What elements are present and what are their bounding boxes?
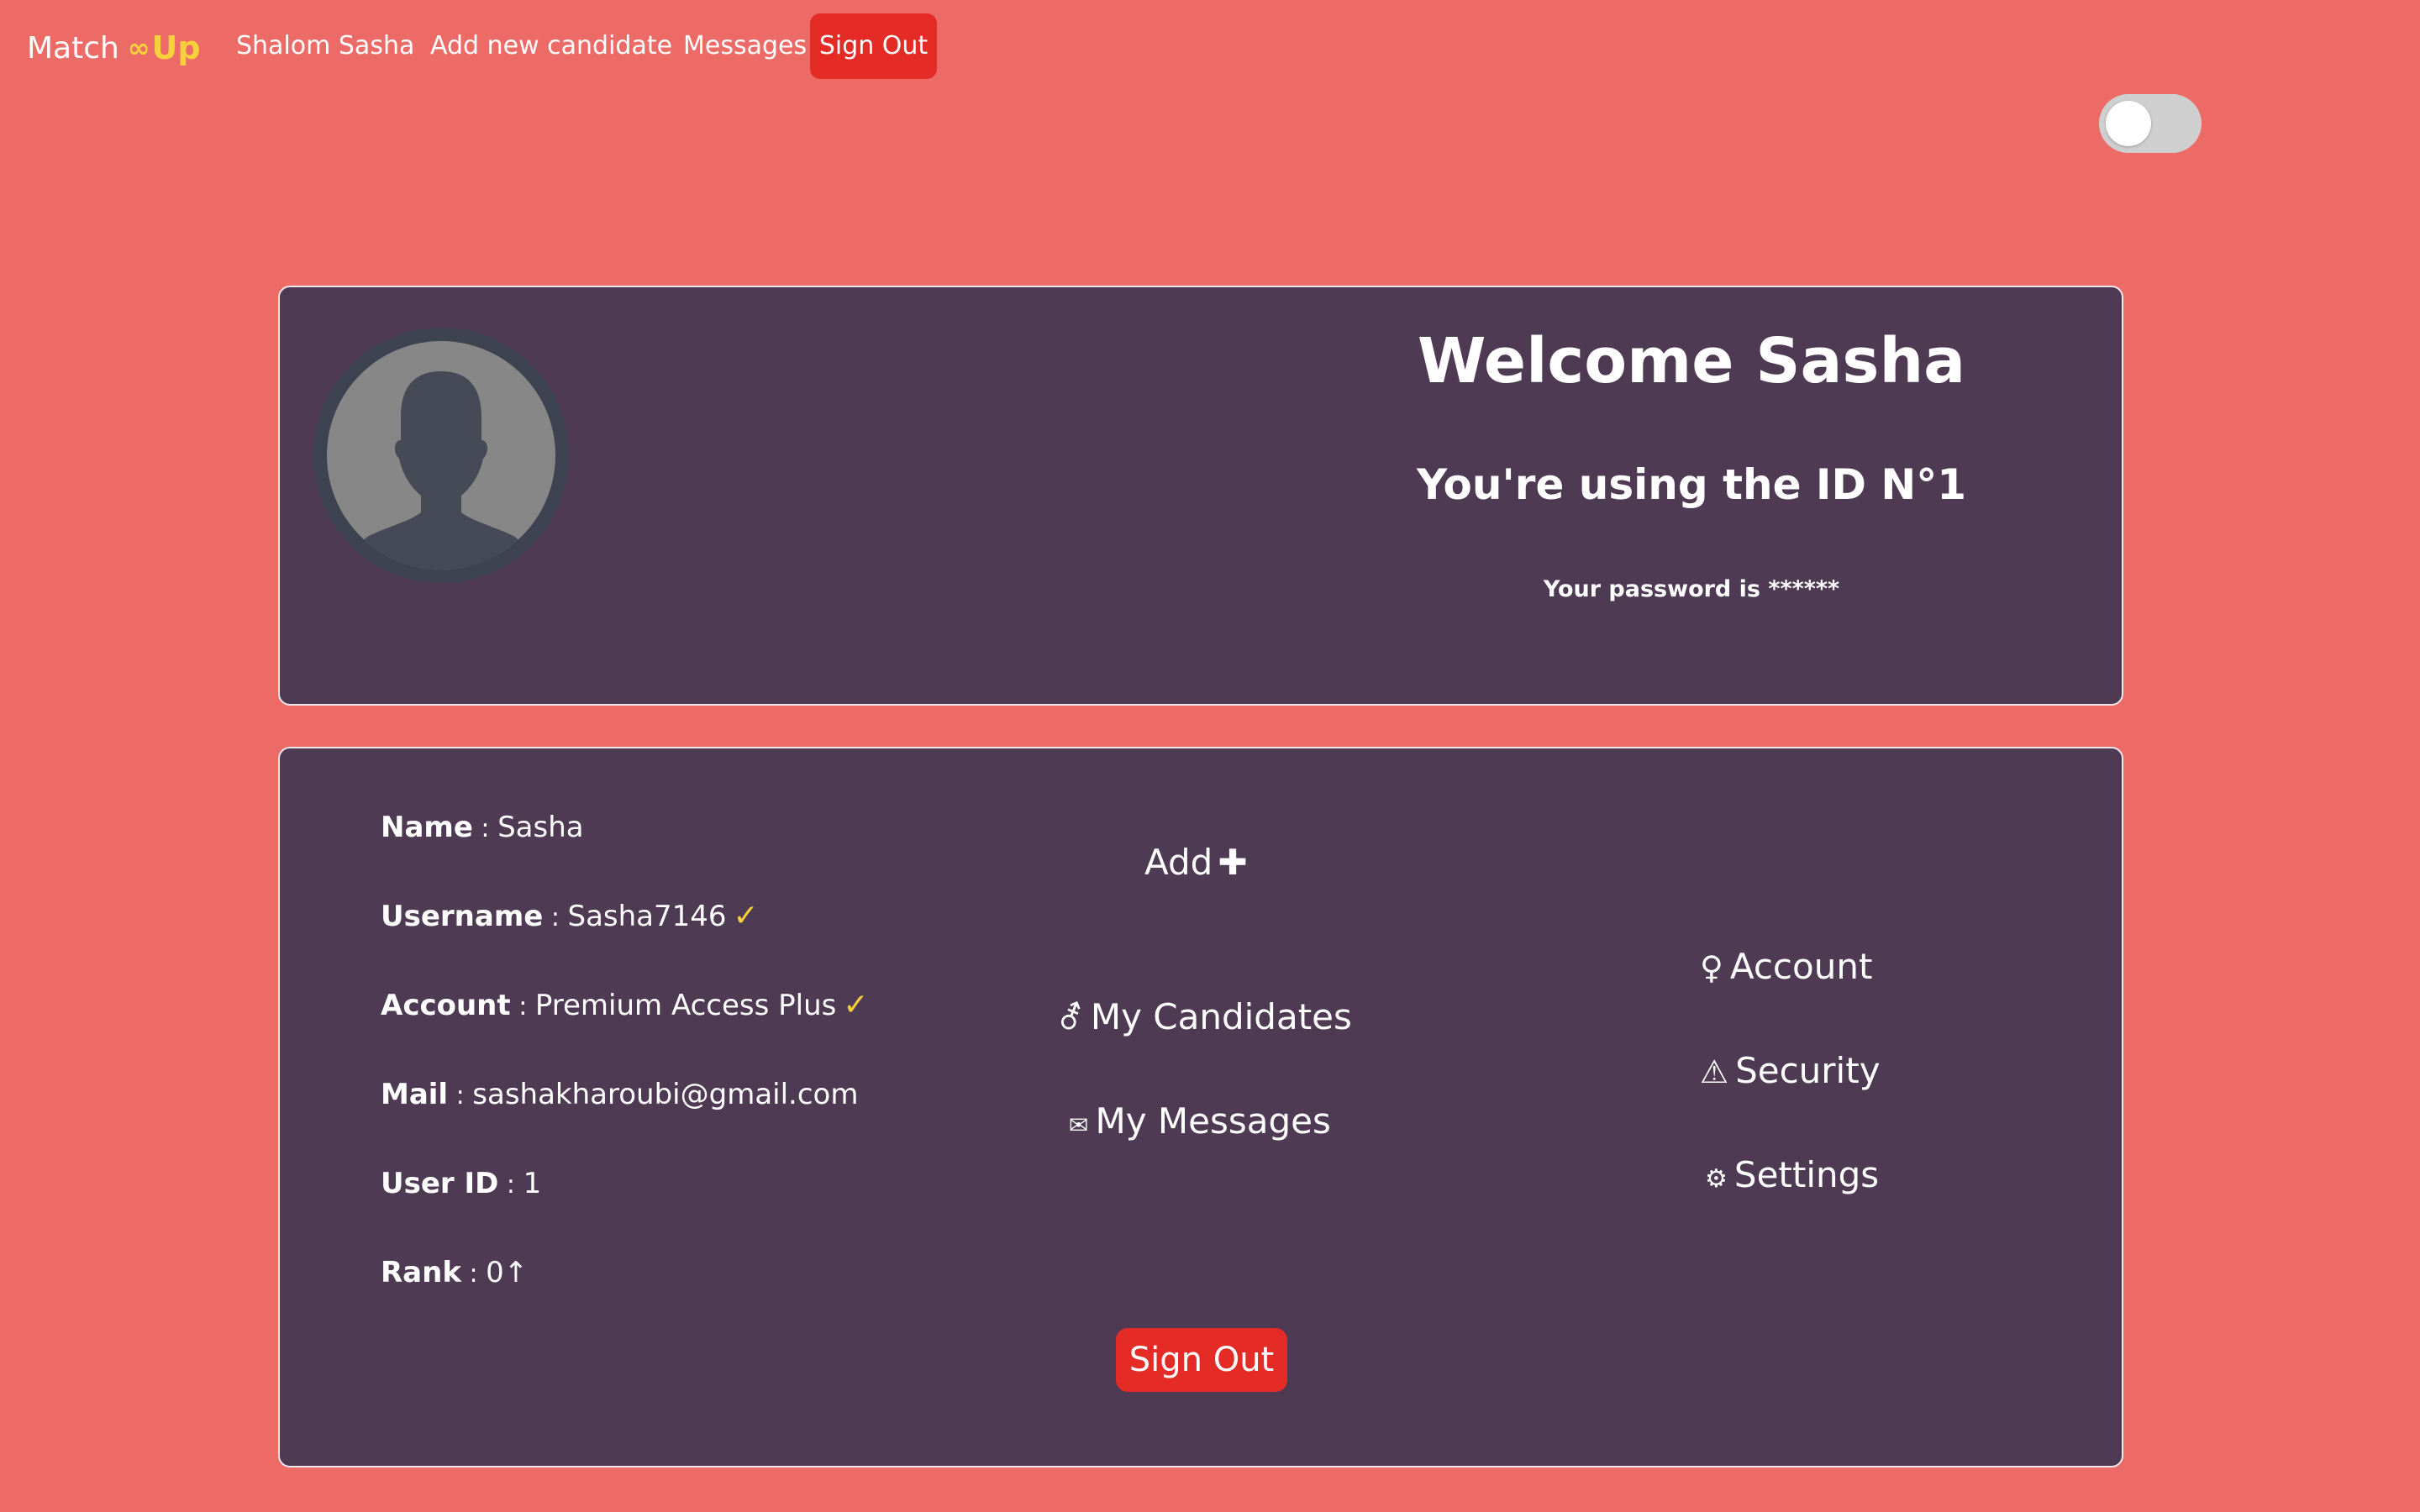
my-candidates-link[interactable]: ⚦ My Candidates	[1057, 990, 1352, 1044]
nav-link-messages[interactable]: Messages	[683, 13, 807, 79]
info-user-id-label: User ID	[381, 1167, 499, 1200]
my-messages-link[interactable]: ✉ My Messages	[1069, 1095, 1331, 1148]
brand-accent-text: Up	[151, 29, 201, 66]
info-mail: Mail : sashakharoubi@gmail.com	[381, 1078, 859, 1111]
info-user-id: User ID : 1	[381, 1167, 542, 1200]
brand-text: Match	[27, 30, 119, 66]
user-id-heading: You're using the ID N°1	[1416, 460, 1967, 509]
info-mail-label: Mail	[381, 1078, 449, 1111]
security-link[interactable]: ⚠ Security	[1700, 1044, 1881, 1098]
info-username: Username : Sasha7146 ✓	[381, 899, 759, 933]
add-label: Add	[1144, 842, 1213, 883]
info-name: Name : Sasha	[381, 811, 584, 844]
check-icon: ✓	[733, 899, 759, 933]
nav-link-greeting[interactable]: Shalom Sasha	[236, 13, 414, 79]
info-user-id-value: 1	[523, 1167, 542, 1200]
nav-link-add-candidate[interactable]: Add new candidate	[430, 13, 672, 79]
check-icon: ✓	[843, 988, 869, 1022]
settings-label: Settings	[1733, 1154, 1880, 1195]
my-candidates-label: My Candidates	[1090, 996, 1352, 1037]
info-name-label: Name	[381, 811, 473, 844]
avatar	[313, 328, 569, 583]
navbar: Match ∞ Up Shalom Sasha Add new candidat…	[0, 0, 2420, 94]
info-account-label: Account	[381, 989, 511, 1022]
info-name-value: Sasha	[497, 811, 584, 844]
toggle-knob	[2106, 101, 2151, 146]
info-mail-value: sashakharoubi@gmail.com	[472, 1078, 859, 1111]
account-label: Account	[1729, 946, 1873, 987]
add-candidate-button[interactable]: Add ✚	[1144, 836, 1248, 890]
info-rank-value: 0	[486, 1256, 504, 1289]
female-icon: ♀	[1700, 949, 1723, 986]
account-details-card: Name : Sasha Username : Sasha7146 ✓ Accou…	[278, 747, 2123, 1467]
infinity-icon: ∞	[127, 32, 150, 64]
gender-icon: ⚦	[1057, 1000, 1084, 1037]
nav-signout-button[interactable]: Sign Out	[810, 13, 937, 79]
my-messages-label: My Messages	[1095, 1100, 1331, 1142]
plus-icon: ✚	[1218, 842, 1248, 883]
info-rank-label: Rank	[381, 1256, 461, 1289]
signout-button[interactable]: Sign Out	[1116, 1328, 1287, 1392]
settings-link[interactable]: ⚙ Settings	[1705, 1148, 1879, 1202]
info-account: Account : Premium Access Plus ✓	[381, 988, 869, 1022]
gear-icon: ⚙	[1705, 1164, 1728, 1194]
info-account-value: Premium Access Plus	[534, 989, 837, 1022]
envelope-icon: ✉	[1069, 1111, 1089, 1139]
security-label: Security	[1735, 1050, 1881, 1091]
avatar-placeholder-icon	[327, 341, 555, 570]
warning-icon: ⚠	[1700, 1053, 1729, 1090]
account-link[interactable]: ♀ Account	[1700, 940, 1872, 994]
profile-card: Welcome Sasha You're using the ID N°1 Yo…	[278, 286, 2123, 706]
password-text: Your password is ******	[1543, 576, 1840, 602]
info-rank: Rank : 0↑	[381, 1256, 529, 1289]
arrow-up-icon: ↑	[503, 1256, 529, 1289]
brand-logo[interactable]: Match ∞ Up	[27, 27, 201, 69]
welcome-heading: Welcome Sasha	[1417, 325, 1966, 397]
theme-toggle[interactable]	[2099, 94, 2202, 153]
info-username-label: Username	[381, 900, 544, 933]
info-username-value: Sasha7146	[567, 900, 727, 933]
